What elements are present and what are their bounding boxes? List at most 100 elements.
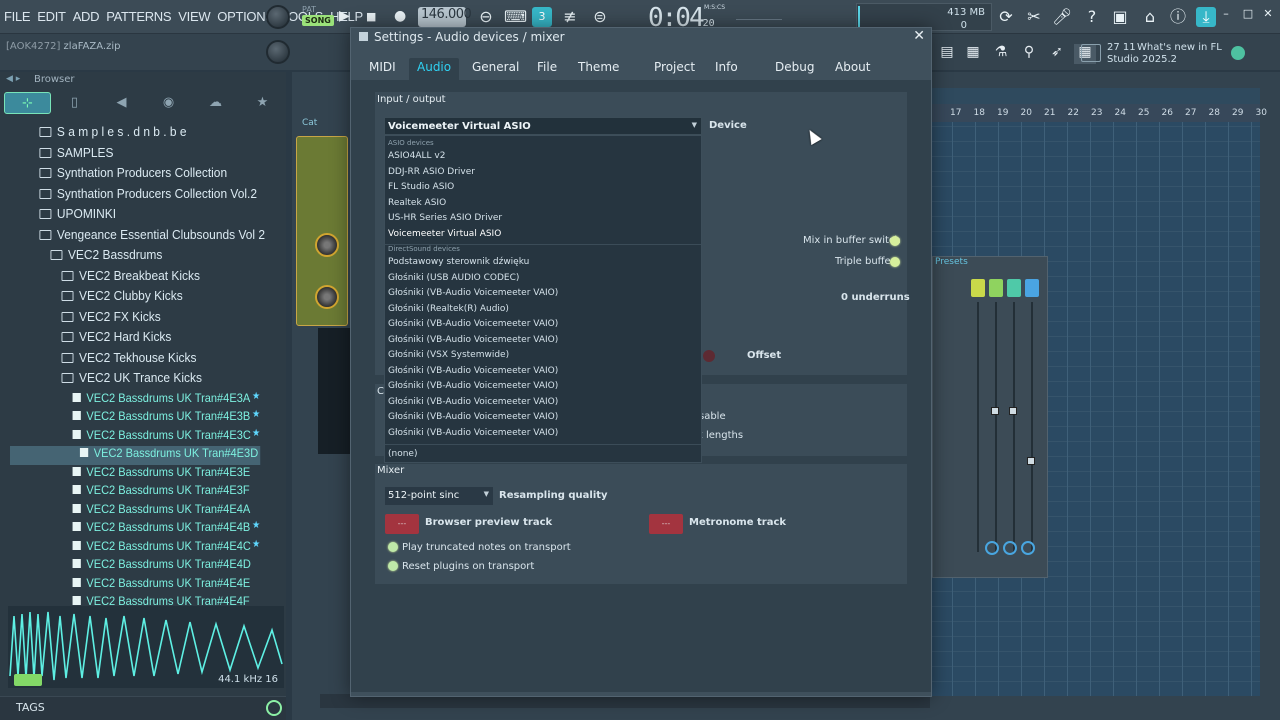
mixer-strip-1[interactable] <box>971 279 985 297</box>
browser-folder-item[interactable]: Synthation Producers Collection Vol.2 <box>10 186 260 207</box>
device-option[interactable]: Głośniki (VB-Audio Voicemeeter VAIO) <box>388 366 558 376</box>
tab-debug[interactable]: Debug <box>767 58 822 80</box>
metronome-icon[interactable]: ⊖ <box>476 7 496 27</box>
cut-icon[interactable]: ✂ <box>1024 7 1044 27</box>
browser-tab-all-icon[interactable]: ⊹ <box>4 92 51 114</box>
mixer-strip-3[interactable] <box>1007 279 1021 297</box>
favorite-star-icon[interactable]: ★ <box>252 391 260 402</box>
browser-file-item[interactable]: VEC2 Bassdrums UK Tran#4E4E <box>10 576 260 595</box>
device-option[interactable]: Voicemeeter Virtual ASIO <box>388 229 501 239</box>
device-option[interactable]: Głośniki (VSX Systemwide) <box>388 350 509 360</box>
play-icon[interactable]: ▶ <box>339 8 350 24</box>
pattern-number-button[interactable]: 3 <box>532 7 552 27</box>
playlist-icon[interactable]: ▤ <box>936 44 958 64</box>
plugin-icon[interactable]: ⌂ <box>1140 7 1160 27</box>
tab-file[interactable]: File <box>529 58 565 80</box>
device-option[interactable]: US-HR Series ASIO Driver <box>388 213 502 223</box>
browser-tab-cloud-icon[interactable]: ☁ <box>192 92 239 114</box>
download-icon[interactable]: ⤓ <box>1196 7 1216 27</box>
metronome-track-select[interactable]: --- <box>649 514 683 534</box>
device-option[interactable]: Głośniki (VB-Audio Voicemeeter VAIO) <box>388 428 558 438</box>
browser-folder-item[interactable]: SAMPLES <box>10 145 260 166</box>
browser-tab-favorites-icon[interactable]: ★ <box>239 92 286 114</box>
routing-icon[interactable]: ➶ <box>1046 44 1068 64</box>
plugin-tab[interactable]: Cat <box>302 118 350 134</box>
browser-folder-item[interactable]: VEC2 Breakbeat Kicks <box>10 268 260 289</box>
plugin-knob-amount[interactable] <box>315 285 339 309</box>
browser-folder-item[interactable]: VEC2 Hard Kicks <box>10 329 260 350</box>
device-option[interactable]: Głośniki (USB AUDIO CODEC) <box>388 273 519 283</box>
browser-file-item[interactable]: VEC2 Bassdrums UK Tran#4E4B ★ <box>10 520 260 539</box>
browser-folder-item[interactable]: VEC2 UK Trance Kicks <box>10 370 260 391</box>
device-option[interactable]: Głośniki (VB-Audio Voicemeeter VAIO) <box>388 412 558 422</box>
preview-play-icon[interactable] <box>14 674 42 686</box>
browser-tab-project-icon[interactable]: ▯ <box>51 92 98 114</box>
browser-folder-item[interactable]: VEC2 FX Kicks <box>10 309 260 330</box>
wait-input-icon[interactable]: ⊜ <box>590 7 610 27</box>
mixer-strip-2[interactable] <box>989 279 1003 297</box>
save-icon[interactable]: ▣ <box>1110 7 1130 27</box>
refresh-icon[interactable]: ⟳ <box>996 7 1016 27</box>
mixer-fader-4[interactable] <box>1027 457 1035 465</box>
browser-file-item[interactable]: VEC2 Bassdrums UK Tran#4E3C ★ <box>10 428 260 447</box>
browser-file-item[interactable]: VEC2 Bassdrums UK Tran#4E4A <box>10 502 260 521</box>
device-select[interactable]: Voicemeeter Virtual ASIO ▼ <box>384 117 702 135</box>
browser-file-item[interactable]: VEC2 Bassdrums UK Tran#4E3D <box>10 446 261 465</box>
device-option[interactable]: Głośniki (VB-Audio Voicemeeter VAIO) <box>388 319 558 329</box>
play-truncated-toggle[interactable] <box>388 542 398 552</box>
favorite-star-icon[interactable]: ★ <box>252 428 260 439</box>
info-icon[interactable]: ⓘ <box>1168 7 1188 27</box>
device-option[interactable]: Głośniki (VB-Audio Voicemeeter VAIO) <box>388 381 558 391</box>
browser-file-item[interactable]: VEC2 Bassdrums UK Tran#4E4D <box>10 557 260 576</box>
master-pitch-knob[interactable] <box>266 40 290 64</box>
minimize-icon[interactable]: – <box>1216 4 1236 24</box>
plugin-knob-tube[interactable] <box>315 233 339 257</box>
mixer-pan-knob-3[interactable] <box>1003 541 1017 555</box>
master-volume-knob[interactable] <box>266 5 290 29</box>
device-option[interactable]: Głośniki (Realtek(R) Audio) <box>388 304 509 314</box>
device-option[interactable]: FL Studio ASIO <box>388 182 454 192</box>
record-icon[interactable]: ● <box>394 8 406 24</box>
favorite-star-icon[interactable]: ★ <box>252 409 260 420</box>
pat-song-toggle[interactable]: PAT SONG <box>302 4 334 26</box>
tab-general[interactable]: General <box>464 58 527 80</box>
browser-file-item[interactable]: VEC2 Bassdrums UK Tran#4E3B ★ <box>10 409 260 428</box>
device-option[interactable]: Realtek ASIO <box>388 198 446 208</box>
device-option[interactable]: Podstawowy sterownik dźwięku <box>388 257 529 267</box>
news-panel[interactable]: 27 11 What's new in FL Studio 2025.2 <box>1078 40 1258 70</box>
search-icon[interactable] <box>266 700 282 716</box>
tempo-display[interactable]: 146.000 <box>418 7 472 27</box>
browser-folder-item[interactable]: VEC2 Bassdrums <box>10 247 260 268</box>
menu-edit[interactable]: EDIT <box>37 9 66 24</box>
menu-add[interactable]: ADD <box>73 9 100 24</box>
browser-folder-item[interactable]: Vengeance Essential Clubsounds Vol 2 <box>10 227 265 248</box>
browser-file-item[interactable]: VEC2 Bassdrums UK Tran#4E3E <box>10 465 260 484</box>
help-icon[interactable]: ? <box>1082 7 1102 27</box>
device-option-none[interactable]: (none) <box>388 449 417 459</box>
device-option[interactable]: ASIO4ALL v2 <box>388 151 445 161</box>
tab-audio[interactable]: Audio <box>409 58 460 80</box>
tab-project[interactable]: Project <box>646 58 703 80</box>
typing-keyboard-icon[interactable]: ⌨ <box>504 7 527 27</box>
tab-about[interactable]: About <box>827 58 878 80</box>
device-option[interactable]: DDJ-RR ASIO Driver <box>388 167 475 177</box>
mixer-icon[interactable]: ⚗ <box>990 44 1012 64</box>
menu-patterns[interactable]: PATTERNS <box>106 9 171 24</box>
browser-tab-plugins-icon[interactable]: ◉ <box>145 92 192 114</box>
device-option[interactable]: Głośniki (VB-Audio Voicemeeter VAIO) <box>388 288 558 298</box>
browser-folder-item[interactable]: S a m p l e s . d n b . b e <box>10 124 260 145</box>
reset-plugins-toggle[interactable] <box>388 561 398 571</box>
device-option[interactable]: Głośniki (VB-Audio Voicemeeter VAIO) <box>388 397 558 407</box>
browser-file-item[interactable]: VEC2 Bassdrums UK Tran#4E4C ★ <box>10 539 260 558</box>
browser-tab-speaker-icon[interactable]: ◀ <box>98 92 145 114</box>
close-app-icon[interactable]: ✕ <box>1258 4 1278 24</box>
browser-nav-arrows-icon[interactable]: ◀ ▸ <box>6 74 20 84</box>
mixer-pan-knob-2[interactable] <box>985 541 999 555</box>
favorite-star-icon[interactable]: ★ <box>252 520 260 531</box>
triple-buffer-toggle[interactable] <box>890 257 900 267</box>
tab-theme[interactable]: Theme <box>570 58 627 80</box>
menu-file[interactable]: FILE <box>4 9 31 24</box>
close-icon[interactable]: ✕ <box>913 28 925 44</box>
tab-info[interactable]: Info <box>707 58 746 80</box>
browser-folder-item[interactable]: UPOMINKI <box>10 206 260 227</box>
